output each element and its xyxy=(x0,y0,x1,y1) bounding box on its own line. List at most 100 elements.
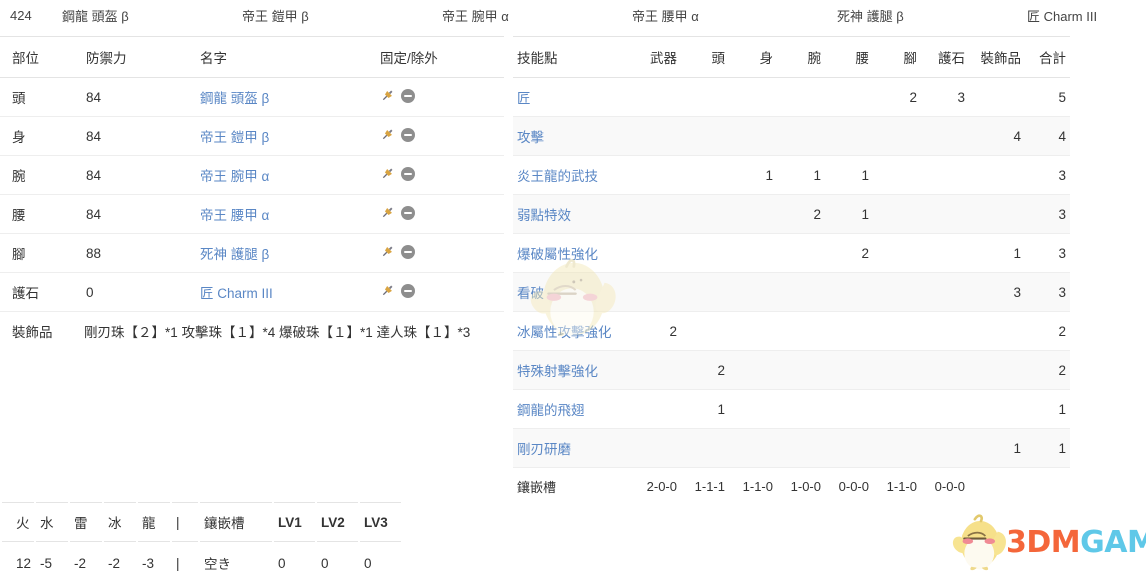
res-value-divider: | xyxy=(176,555,180,571)
equipment-link[interactable]: 帝王 腰甲 α xyxy=(200,208,269,223)
skill-name-cell: 剛刃研磨 xyxy=(513,428,633,468)
skill-deco-value: 1 xyxy=(969,233,1025,273)
skill-waist-value: 2 xyxy=(825,233,873,273)
res-header-lv2: LV2 xyxy=(317,502,358,542)
pushpin-icon[interactable] xyxy=(380,166,395,181)
skill-deco-value: 3 xyxy=(969,272,1025,312)
summary-piece-body: 帝王 鎧甲 β xyxy=(242,8,309,24)
skill-link[interactable]: 特殊射擊強化 xyxy=(517,364,598,379)
skill-waist-value: 1 xyxy=(825,194,873,234)
skill-link[interactable]: 匠 xyxy=(517,91,531,106)
skill-legs-value: 2 xyxy=(873,77,921,117)
col-header-skill: 技能點 xyxy=(513,36,633,78)
pushpin-icon[interactable] xyxy=(380,244,395,259)
skill-arms-value: 1 xyxy=(777,155,825,195)
equipment-summary-strip: 424 鋼龍 頭盔 β 帝王 鎧甲 β 帝王 腕甲 α 帝王 腰甲 α 死神 護… xyxy=(0,0,1146,30)
skill-arms-value xyxy=(777,350,825,390)
equipment-link[interactable]: 匠 Charm III xyxy=(200,286,273,301)
skill-deco-value xyxy=(969,194,1025,234)
skill-link[interactable]: 弱點特效 xyxy=(517,208,571,223)
skill-waist-value xyxy=(825,311,873,351)
pushpin-icon[interactable] xyxy=(380,88,395,103)
skill-total-value: 1 xyxy=(1025,389,1070,429)
skill-link[interactable]: 爆破屬性強化 xyxy=(517,247,598,262)
res-header-slots: 鑲嵌槽 xyxy=(200,502,272,542)
col-header-arms: 腕 xyxy=(777,36,825,78)
col-header-head: 頭 xyxy=(681,36,729,78)
brand-text-game: GAME xyxy=(1080,525,1146,560)
skills-table-header-row: 技能點 武器 頭 身 腕 腰 腳 護石 裝飾品 合計 xyxy=(513,36,1070,78)
defense-value: 84 xyxy=(74,116,188,156)
skill-weapon-value xyxy=(633,155,681,195)
slots-charm-value: 0-0-0 xyxy=(934,479,965,494)
skill-charm-value xyxy=(921,350,969,390)
skill-weapon-value xyxy=(633,116,681,156)
skill-link[interactable]: 炎王龍的武技 xyxy=(517,169,598,184)
col-header-fix-exclude: 固定/除外 xyxy=(368,36,504,78)
table-row: 鋼龍的飛翅 1 1 xyxy=(513,389,1070,429)
skill-arms-value xyxy=(777,272,825,312)
skill-name-cell: 特殊射擊強化 xyxy=(513,350,633,390)
part-label: 腰 xyxy=(0,194,74,234)
skill-legs-value xyxy=(873,428,921,468)
col-header-part: 部位 xyxy=(0,36,74,78)
skill-charm-value xyxy=(921,428,969,468)
equipment-name-cell: 帝王 鎧甲 β xyxy=(188,116,368,156)
skill-head-value: 2 xyxy=(681,350,729,390)
skill-waist-value: 1 xyxy=(825,155,873,195)
skill-legs-value xyxy=(873,350,921,390)
skill-total-value: 3 xyxy=(1025,272,1070,312)
table-row: 冰屬性攻擊強化 2 2 xyxy=(513,311,1070,351)
skill-total-value: 2 xyxy=(1025,350,1070,390)
skill-deco-value xyxy=(969,350,1025,390)
minus-circle-icon[interactable] xyxy=(401,88,415,103)
col-header-charm: 護石 xyxy=(921,36,969,78)
minus-circle-icon[interactable] xyxy=(401,205,415,220)
minus-circle-icon[interactable] xyxy=(401,283,415,298)
res-header-lv1: LV1 xyxy=(274,502,315,542)
pushpin-icon[interactable] xyxy=(380,205,395,220)
skill-head-value xyxy=(681,116,729,156)
minus-circle-icon[interactable] xyxy=(401,127,415,142)
skill-waist-value xyxy=(825,389,873,429)
skill-deco-value xyxy=(969,155,1025,195)
res-value-lv2: 0 xyxy=(321,555,329,571)
table-row: 腳 88 死神 護腿 β xyxy=(0,233,504,273)
equipment-link[interactable]: 帝王 腕甲 α xyxy=(200,169,269,184)
skill-weapon-value xyxy=(633,389,681,429)
equipment-link[interactable]: 鋼龍 頭盔 β xyxy=(200,91,269,106)
res-header-lv3: LV3 xyxy=(360,502,401,542)
slots-deco-value xyxy=(969,468,1025,506)
skill-name-cell: 爆破屬性強化 xyxy=(513,233,633,273)
skill-link[interactable]: 看破 xyxy=(517,286,544,301)
skill-deco-value xyxy=(969,77,1025,117)
skill-deco-value xyxy=(969,311,1025,351)
equipment-link[interactable]: 死神 護腿 β xyxy=(200,247,269,262)
skill-link[interactable]: 冰屬性攻擊強化 xyxy=(517,325,612,340)
skill-weapon-value xyxy=(633,233,681,273)
defense-value: 88 xyxy=(74,233,188,273)
skill-link[interactable]: 剛刃研磨 xyxy=(517,442,571,457)
summary-piece-arms: 帝王 腕甲 α xyxy=(442,8,509,24)
skill-deco-value: 1 xyxy=(969,428,1025,468)
skill-arms-value xyxy=(777,233,825,273)
skill-arms-value xyxy=(777,311,825,351)
res-value-dragon: -3 xyxy=(142,555,155,571)
minus-circle-icon[interactable] xyxy=(401,244,415,259)
slots-label: 鑲嵌槽 xyxy=(517,480,557,495)
equipment-link[interactable]: 帝王 鎧甲 β xyxy=(200,130,269,145)
pushpin-icon[interactable] xyxy=(380,127,395,142)
col-header-decorations: 裝飾品 xyxy=(969,36,1025,78)
skills-table: 技能點 武器 頭 身 腕 腰 腳 護石 裝飾品 合計 匠 2 3 5 攻擊 4 … xyxy=(513,36,1070,505)
pushpin-icon[interactable] xyxy=(380,283,395,298)
skill-link[interactable]: 鋼龍的飛翅 xyxy=(517,403,585,418)
summary-piece-charm: 匠 Charm III xyxy=(1027,8,1098,24)
skill-waist-value xyxy=(825,77,873,117)
skill-link[interactable]: 攻擊 xyxy=(517,130,544,145)
table-row: 剛刃研磨 1 1 xyxy=(513,428,1070,468)
table-row: 腰 84 帝王 腰甲 α xyxy=(0,194,504,234)
skill-head-value xyxy=(681,311,729,351)
slots-body-value: 1-1-0 xyxy=(742,479,773,494)
minus-circle-icon[interactable] xyxy=(401,166,415,181)
col-header-defense: 防禦力 xyxy=(74,36,188,78)
